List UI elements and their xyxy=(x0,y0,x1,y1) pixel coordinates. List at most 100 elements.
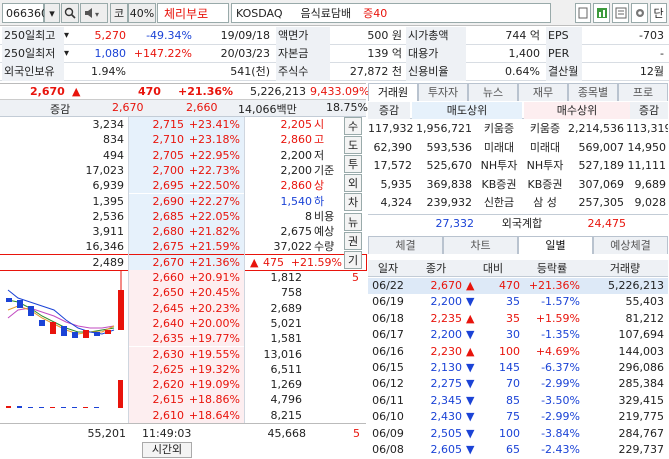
tab-broker-0[interactable]: 거래원 xyxy=(368,83,418,101)
daily-row[interactable]: 06/19 2,200 ▼ 35 -1.57% 55,403 xyxy=(368,294,668,310)
ask-price-cell[interactable]: 2,710 +23.18% xyxy=(128,132,244,148)
ask-price-cell[interactable]: 2,670 +21.36% xyxy=(128,254,244,270)
chevron-down-icon[interactable]: ▾ xyxy=(64,28,74,44)
side-button[interactable]: 수 xyxy=(344,117,362,135)
bid-price-cell[interactable]: 2,650 +20.45% xyxy=(128,285,244,301)
ask-price-cell[interactable]: 2,705 +22.95% xyxy=(128,147,244,163)
tab-broker-1[interactable]: 투자자 xyxy=(418,83,468,101)
list-icon[interactable] xyxy=(612,3,629,23)
tab-daily-1[interactable]: 차트 xyxy=(443,236,518,254)
ask-price-cell[interactable]: 2,690 +22.27% xyxy=(128,193,244,209)
gear-icon[interactable] xyxy=(631,3,648,23)
broker-row[interactable]: 17,572 525,670 NH투자 NH투자 527,189 11,111 xyxy=(368,157,668,175)
info-cell: 250일최저 xyxy=(2,45,64,63)
bid-price-cell[interactable]: 2,635 +19.77% xyxy=(128,331,244,347)
stock-name[interactable]: 체리부로 xyxy=(157,3,229,23)
daily-header-cell: 거래량 xyxy=(609,262,641,275)
time: 11:49:03 xyxy=(142,427,192,440)
tab-daily-2[interactable]: 일별 xyxy=(518,236,593,254)
broker-row[interactable]: 117,932 1,956,721 키움증 키움증 2,214,536 113,319 xyxy=(368,120,668,138)
daily-row[interactable]: 06/08 2,605 ▼ 65 -2.43% 229,737 xyxy=(368,442,668,458)
down-arrow-icon: ▼ xyxy=(466,377,475,391)
bid-price: 2,645 xyxy=(152,301,185,315)
side-button[interactable]: 투 xyxy=(344,155,362,174)
stat-value: 2,675 xyxy=(280,225,313,239)
chevron-down-icon[interactable]: ▾ xyxy=(64,46,74,62)
side-button[interactable]: 외 xyxy=(344,174,362,193)
bid-price-cell[interactable]: 2,615 +18.86% xyxy=(128,392,244,408)
daily-close: 2,670 xyxy=(430,279,463,292)
mini-candle-chart xyxy=(2,270,128,420)
daily-row[interactable]: 06/16 2,230 ▲ 100 +4.69% 144,003 xyxy=(368,344,668,360)
broker-cell: 257,305 xyxy=(578,196,625,209)
side-button[interactable]: 권 xyxy=(344,231,362,250)
ask-price-cell[interactable]: 2,675 +21.59% xyxy=(128,239,244,255)
stat-value: 8 xyxy=(305,209,312,223)
ask-price: 2,695 xyxy=(152,179,185,193)
daily-tabs: 체결 차트 일별 예상체결 xyxy=(368,236,668,254)
chart-icon[interactable] xyxy=(593,3,610,23)
info-cell: 외국인보유 xyxy=(2,63,64,81)
info-cell: +147.22% xyxy=(133,47,192,60)
info-cell: 신용비율 xyxy=(406,63,466,81)
daily-volume: 107,694 xyxy=(618,328,665,342)
tab-broker-2[interactable]: 뉴스 xyxy=(468,83,518,101)
daily-rate: -1.57% xyxy=(541,295,580,309)
stock-code-input[interactable]: 066360 xyxy=(2,3,48,23)
bid-price-cell[interactable]: 2,620 +19.09% xyxy=(128,377,244,393)
ask-price: 2,680 xyxy=(152,225,185,239)
daily-diff: 145 xyxy=(499,361,520,374)
bid-price-cell[interactable]: 2,610 +18.64% xyxy=(128,407,244,423)
bid-price-cell[interactable]: 2,625 +19.32% xyxy=(128,361,244,378)
price-change: 470 xyxy=(138,85,161,98)
daily-row[interactable]: 06/15 2,130 ▼ 145 -6.37% 296,086 xyxy=(368,360,668,376)
daily-row[interactable]: 06/18 2,235 ▲ 35 +1.59% 81,212 xyxy=(368,311,668,327)
daily-row[interactable]: 06/10 2,430 ▼ 75 -2.99% 219,775 xyxy=(368,409,668,425)
tab-daily-0[interactable]: 체결 xyxy=(368,236,443,254)
tab-broker-3[interactable]: 재무 xyxy=(518,83,568,101)
search-icon[interactable] xyxy=(61,3,79,23)
side-button[interactable]: 기 xyxy=(344,250,362,269)
daily-row[interactable]: 06/12 2,275 ▼ 70 -2.99% 285,384 xyxy=(368,376,668,392)
tab-daily-3[interactable]: 예상체결 xyxy=(593,236,668,254)
broker-cell: 113,319 xyxy=(626,122,668,135)
ask-pct: +21.82% xyxy=(188,225,240,239)
after-hours-button[interactable]: 시간외 xyxy=(142,442,192,458)
broker-cell: 525,670 xyxy=(426,159,473,172)
side-button[interactable]: 도 xyxy=(344,136,362,155)
ask-qty: 2,536 xyxy=(92,209,125,223)
ask-price-cell[interactable]: 2,680 +21.82% xyxy=(128,224,244,240)
tab-broker-4[interactable]: 종목별 xyxy=(568,83,618,101)
daily-row[interactable]: 06/17 2,200 ▼ 30 -1.35% 107,694 xyxy=(368,327,668,343)
broker-row[interactable]: 4,324 239,932 신한금 삼 성 257,305 9,028 xyxy=(368,194,668,212)
side-button[interactable]: 뉴 xyxy=(344,212,362,231)
single-view-button[interactable]: 단 xyxy=(650,3,667,23)
broker-row[interactable]: 5,935 369,838 KB증권 KB증권 307,069 9,689 xyxy=(368,176,668,194)
ask-price-cell[interactable]: 2,685 +22.05% xyxy=(128,208,244,225)
ask-price: 2,685 xyxy=(152,209,185,223)
broker-row[interactable]: 62,390 593,536 미래대 미래대 569,007 14,950 xyxy=(368,139,668,157)
tab-broker-5[interactable]: 프로 xyxy=(618,83,668,101)
bid-price-cell[interactable]: 2,640 +20.00% xyxy=(128,315,244,332)
daily-row[interactable]: 06/09 2,505 ▼ 100 -3.84% 284,767 xyxy=(368,426,668,442)
speaker-icon[interactable]: ▾ xyxy=(80,3,108,23)
side-button[interactable]: 차 xyxy=(344,193,362,212)
ask-price-cell[interactable]: 2,695 +22.50% xyxy=(128,178,244,194)
daily-row[interactable]: 06/11 2,345 ▼ 85 -3.50% 329,415 xyxy=(368,393,668,409)
bid-price-cell[interactable]: 2,645 +20.23% xyxy=(128,300,244,316)
ask-pct: +22.95% xyxy=(188,148,240,162)
broker-cell: 1,956,721 xyxy=(416,122,472,135)
daily-diff: 470 xyxy=(499,279,520,292)
bid-price-cell[interactable]: 2,660 +20.91% xyxy=(128,270,244,286)
bid-price-cell[interactable]: 2,630 +19.55% xyxy=(128,346,244,362)
daily-close: 2,235 xyxy=(430,311,463,325)
ask-price-cell[interactable]: 2,715 +23.41% xyxy=(128,117,244,133)
broker-cell: 9,028 xyxy=(634,196,667,209)
daily-header-cell: 종가 xyxy=(425,262,447,275)
daily-row[interactable]: 06/22 2,670 ▲ 470 +21.36% 5,226,213 xyxy=(368,278,668,294)
doc-icon[interactable] xyxy=(575,3,591,23)
orderbook-header: 증감 2,670 2,660 14,066백만 18.75% xyxy=(0,100,368,117)
info-cell: 대용가 xyxy=(406,45,466,63)
ask-price-cell[interactable]: 2,700 +22.73% xyxy=(128,162,244,179)
code-dropdown-button[interactable]: ▾ xyxy=(44,3,60,23)
